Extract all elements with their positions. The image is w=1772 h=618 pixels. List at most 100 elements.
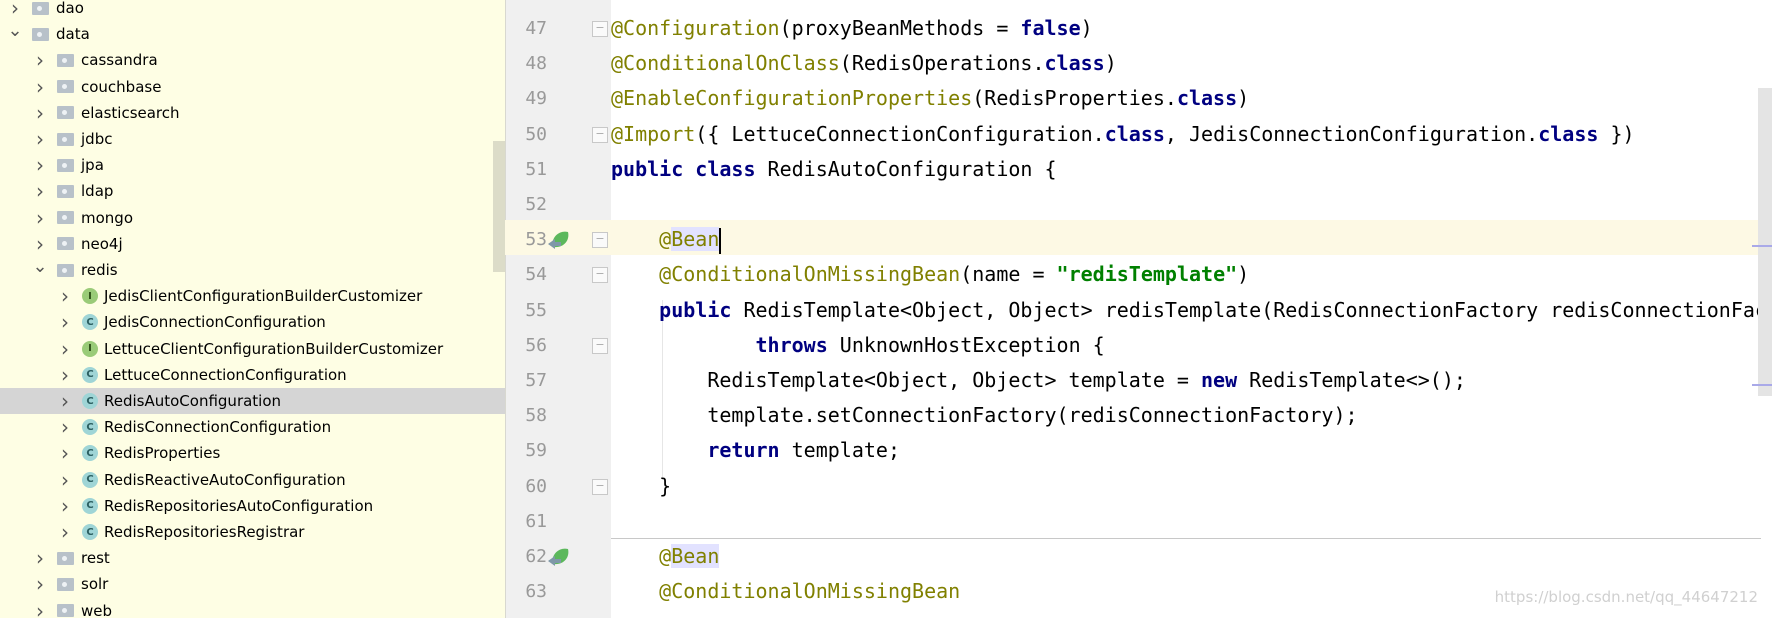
fold-toggle-icon[interactable]: − — [592, 126, 608, 143]
chevron-right-icon[interactable]: › — [33, 153, 47, 177]
tree-item-jedisconnectionconfiguration[interactable]: › C JedisConnectionConfiguration — [0, 309, 505, 335]
code-token: (name = — [960, 262, 1057, 287]
tree-item-data[interactable]: ⌄ data — [0, 20, 505, 47]
tree-item-jedisclientconfigurationbuildercustomizer[interactable]: › I JedisClientConfigurationBuilderCustomi… — [0, 283, 505, 309]
tree-item-jpa[interactable]: › jpa — [0, 152, 505, 178]
chevron-right-icon[interactable]: › — [58, 468, 72, 492]
code-token: UnknownHostException { — [827, 332, 1105, 357]
chevron-right-icon[interactable]: › — [33, 232, 47, 256]
tree-item-neo4j[interactable]: › neo4j — [0, 231, 505, 257]
code-line[interactable]: return template; — [611, 433, 900, 468]
tree-item-lettuceconnectionconfiguration[interactable]: › C LettuceConnectionConfiguration — [0, 362, 505, 388]
chevron-right-icon[interactable]: › — [33, 127, 47, 151]
code-line[interactable]: @ConditionalOnClass(RedisOperations.clas… — [611, 46, 1117, 81]
code-line[interactable]: public RedisTemplate<Object, Object> red… — [611, 293, 1772, 328]
line-number: 52 — [525, 194, 547, 215]
tree-item-mongo[interactable]: › mongo — [0, 205, 505, 231]
code-token: @Configuration — [611, 16, 780, 40]
line-number: 53 — [525, 229, 547, 251]
tree-item-redisrepositoriesautoconfiguration[interactable]: › C RedisRepositoriesAutoConfiguration — [0, 493, 505, 519]
code-token: ({ LettuceConnectionConfiguration. — [695, 121, 1105, 146]
code-line[interactable]: @ConditionalOnMissingBean — [611, 574, 960, 609]
code-line[interactable]: @Configuration(proxyBeanMethods = false) — [611, 11, 1093, 46]
code-token: Bean — [671, 544, 720, 568]
tree-item-dao[interactable]: › dao — [0, 0, 505, 21]
chevron-right-icon[interactable]: › — [58, 363, 72, 387]
package-folder-icon — [57, 210, 75, 225]
tree-item-redis[interactable]: ⌄ redis — [0, 256, 505, 283]
code-token: Bean — [671, 227, 720, 252]
code-line[interactable]: template.setConnectionFactory(redisConne… — [611, 398, 1357, 433]
chevron-right-icon[interactable]: › — [33, 546, 47, 570]
chevron-right-icon[interactable]: › — [58, 389, 72, 413]
code-token: @ConditionalOnMissingBean — [659, 579, 961, 604]
code-line[interactable]: public class RedisAutoConfiguration { — [611, 152, 1057, 187]
chevron-right-icon[interactable]: › — [33, 179, 47, 203]
class-icon: C — [82, 445, 98, 462]
tree-item-elasticsearch[interactable]: › elasticsearch — [0, 100, 505, 126]
code-line[interactable]: @Bean — [611, 222, 722, 257]
tree-item-redisproperties[interactable]: › C RedisProperties — [0, 440, 505, 466]
chevron-right-icon[interactable]: › — [58, 415, 72, 439]
tree-item-solr[interactable]: › solr — [0, 571, 505, 597]
chevron-right-icon[interactable]: › — [58, 494, 72, 518]
chevron-right-icon[interactable]: › — [33, 48, 47, 72]
chevron-down-icon[interactable]: ⌄ — [32, 256, 47, 277]
fold-toggle-icon[interactable]: − — [592, 337, 608, 354]
tree-item-label: web — [81, 601, 113, 618]
tree-item-jdbc[interactable]: › jdbc — [0, 126, 505, 152]
chevron-right-icon[interactable]: › — [58, 310, 72, 334]
code-token: public class — [611, 156, 756, 181]
tree-item-label: RedisRepositoriesRegistrar — [104, 523, 305, 541]
tree-item-cassandra[interactable]: › cassandra — [0, 47, 505, 73]
tree-item-web[interactable]: › web — [0, 598, 505, 618]
code-line[interactable]: @ConditionalOnMissingBean(name = "redisT… — [611, 257, 1249, 292]
line-number: 61 — [525, 510, 547, 532]
tree-item-couchbase[interactable]: › couchbase — [0, 74, 505, 100]
chevron-right-icon[interactable]: › — [58, 441, 72, 465]
package-folder-icon — [57, 236, 75, 251]
tree-item-rest[interactable]: › rest — [0, 545, 505, 571]
method-separator — [611, 538, 1761, 539]
chevron-right-icon[interactable]: › — [58, 337, 72, 361]
fold-toggle-icon[interactable]: − — [592, 232, 608, 249]
spring-bean-gutter-icon[interactable] — [546, 228, 572, 250]
code-line[interactable]: @Bean — [611, 539, 720, 574]
chevron-right-icon[interactable]: › — [33, 206, 47, 230]
editor-scrollbar[interactable] — [1758, 88, 1772, 396]
chevron-right-icon[interactable]: › — [33, 75, 47, 99]
project-tree-scrollbar[interactable] — [493, 141, 505, 272]
code-token: template; — [779, 438, 900, 463]
tree-item-ldap[interactable]: › ldap — [0, 178, 505, 204]
class-icon: C — [82, 419, 98, 436]
code-line[interactable]: RedisTemplate<Object, Object> template =… — [611, 363, 1466, 398]
tree-item-redisconnectionconfiguration[interactable]: › C RedisConnectionConfiguration — [0, 414, 505, 440]
tree-item-redisrepositoriesregistrar[interactable]: › C RedisRepositoriesRegistrar — [0, 519, 505, 545]
chevron-right-icon[interactable]: › — [33, 101, 47, 125]
chevron-right-icon[interactable]: › — [8, 0, 22, 20]
code-line[interactable]: throws UnknownHostException { — [611, 328, 1105, 363]
chevron-right-icon[interactable]: › — [58, 284, 72, 308]
chevron-right-icon[interactable]: › — [33, 572, 47, 596]
chevron-down-icon[interactable]: ⌄ — [7, 20, 22, 41]
code-line[interactable]: @Import({ LettuceConnectionConfiguration… — [611, 117, 1635, 152]
tree-item-lettuceclientconfigurationbuildercustomizer[interactable]: › I LettuceClientConfigurationBuilderCusto… — [0, 336, 505, 362]
spring-bean-gutter-icon[interactable] — [546, 545, 572, 567]
error-stripe-mark[interactable] — [1752, 245, 1772, 247]
line-number: 51 — [525, 158, 547, 180]
text-caret — [719, 227, 722, 254]
tree-item-redisautoconfiguration[interactable]: › C RedisAutoConfiguration — [0, 388, 505, 414]
fold-toggle-icon[interactable]: − — [592, 21, 608, 37]
chevron-right-icon[interactable]: › — [58, 520, 72, 544]
tree-item-redisreactiveautoconfiguration[interactable]: › C RedisReactiveAutoConfiguration — [0, 467, 505, 493]
chevron-right-icon[interactable]: › — [33, 599, 47, 618]
fold-toggle-icon[interactable]: − — [592, 478, 608, 495]
tree-item-label: dao — [56, 0, 84, 17]
fold-toggle-icon[interactable]: − — [592, 267, 608, 284]
error-stripe-mark[interactable] — [1752, 384, 1772, 386]
code-token: RedisTemplate<Object, Object> redisTempl… — [731, 297, 1772, 322]
code-line[interactable]: } — [611, 469, 671, 504]
code-line[interactable]: @EnableConfigurationProperties(RedisProp… — [611, 81, 1249, 116]
